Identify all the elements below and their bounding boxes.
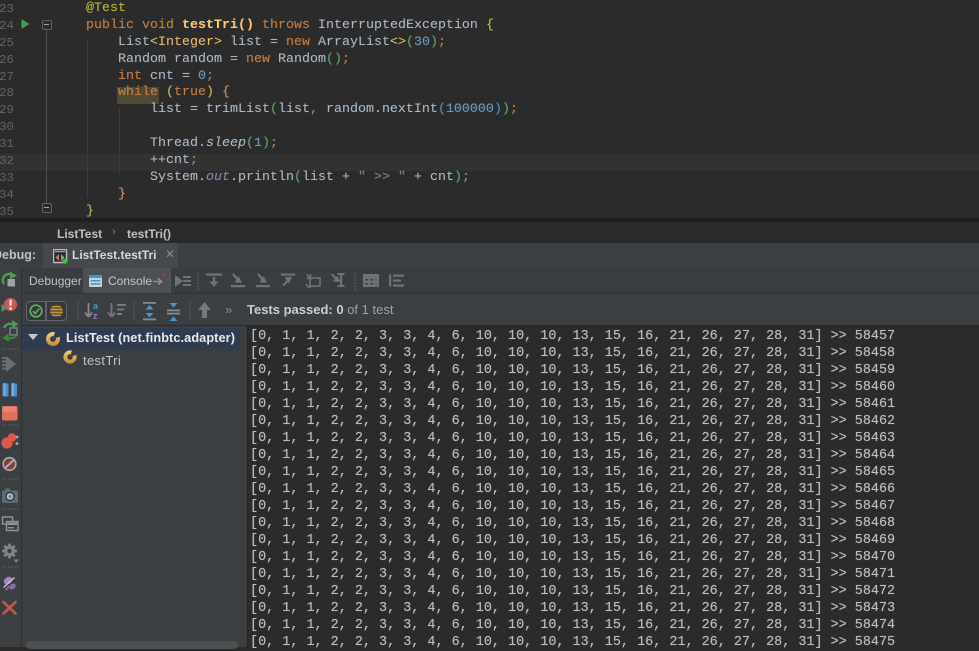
svg-text:z: z: [93, 311, 98, 321]
svg-text:a: a: [93, 301, 99, 311]
